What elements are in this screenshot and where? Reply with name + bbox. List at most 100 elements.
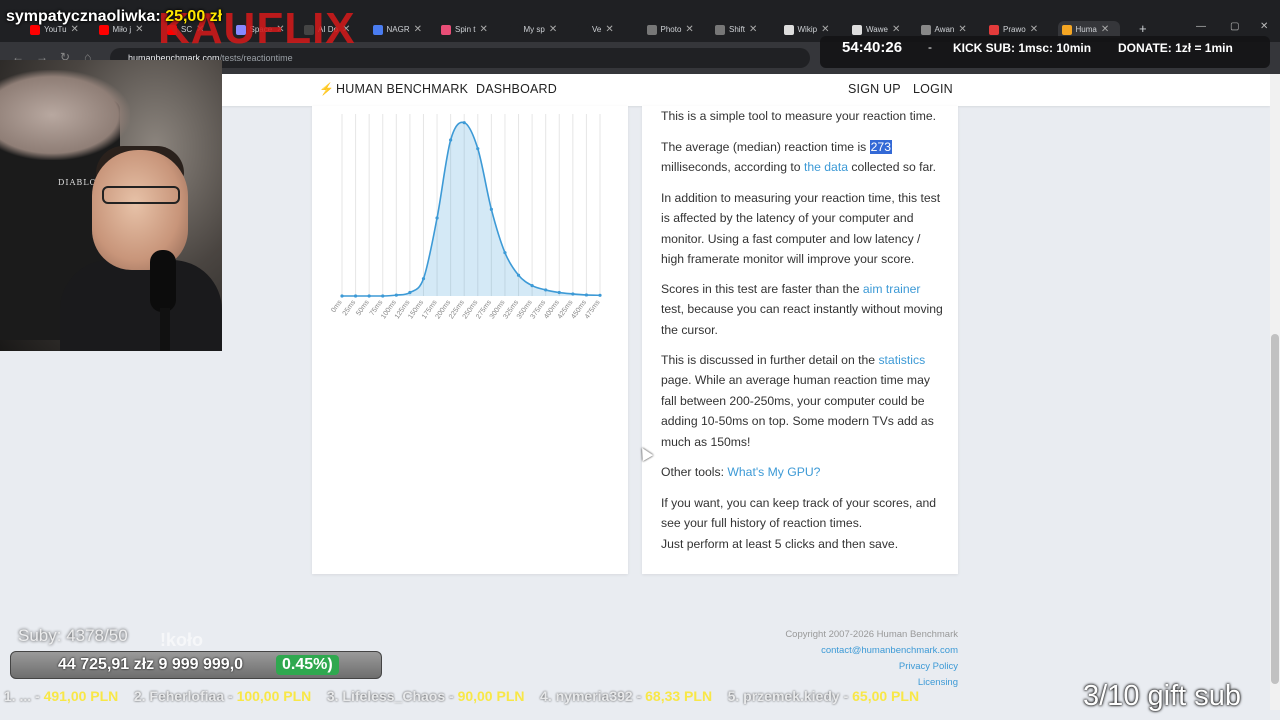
median-text-b: milliseconds, according to [661,160,804,175]
donor-name: sympatycznaoliwka: [6,8,161,25]
subs-counter: Suby: 4378/50 [18,626,128,645]
ticker-donor-amount: 100,00 PLN [236,688,312,704]
median-text-c: collected so far. [848,160,937,175]
chart-data-point [584,293,589,297]
stats-text-a: This is discussed in further detail on t… [661,353,879,367]
tab-close-icon[interactable]: ✕ [1030,24,1038,35]
timer-dash: - [928,40,932,54]
ticker-donor-name: 2. Feherlofiaa - [118,688,237,704]
chart-data-point [408,290,412,295]
browser-tab[interactable]: NAGR ✕ [372,21,436,38]
tab-label: YouTu [44,25,67,34]
tab-close-icon[interactable]: ✕ [892,24,900,35]
aim-text-a: Scores in this test are faster than the [661,282,863,296]
tab-favicon-icon [989,24,999,35]
tab-label: Spin t [455,25,476,34]
median-value: 273 [869,140,892,154]
aim-trainer-link[interactable]: aim trainer [863,282,921,296]
login-link[interactable]: LOGIN [913,82,953,96]
stats-text-b: page. While an average human reaction ti… [661,373,934,449]
chart-data-point [340,294,344,298]
chart-data-point [503,251,507,255]
ticker-donor-amount: 65,00 PLN [852,688,920,704]
ticker-donor-amount: 68,33 PLN [645,688,713,704]
tab-label: Miło j [112,25,132,34]
minimize-icon[interactable]: — [1196,21,1206,32]
tab-label: Huma [1075,25,1097,34]
chart-data-point [516,273,521,277]
browser-tab[interactable]: Shift ✕ [715,21,778,38]
tab-label: Shift [729,25,746,34]
tab-close-icon[interactable]: ✕ [821,24,829,35]
chart-area-fill [342,122,600,296]
chart-data-point [489,207,493,211]
chart-data-point [381,294,385,298]
new-tab-button[interactable]: + [1139,21,1147,36]
ticker-donor-name: 5. przemek.kiedy - [712,688,853,704]
tab-close-icon[interactable]: ✕ [605,24,613,35]
brand-link[interactable]: HUMAN BENCHMARK [336,82,468,96]
signup-link[interactable]: SIGN UP [848,82,901,96]
ticker-donor-name: 1. ... - [0,688,44,704]
tab-label: Prawo [1003,25,1026,34]
tab-close-icon[interactable]: ✕ [1101,24,1109,35]
tab-favicon-icon [852,24,862,35]
tab-label: NAGR [386,25,410,34]
donate-rate: DONATE: 1zł = 1min [1118,41,1233,55]
kick-sub-rate: KICK SUB: 1msc: 10min [953,41,1092,55]
tab-close-icon[interactable]: ✕ [685,24,693,35]
licensing-link[interactable]: Licensing [918,677,958,688]
scrollbar-thumb[interactable] [1271,334,1279,684]
chart-data-point [571,292,575,296]
tab-favicon-icon [646,24,657,35]
tab-close-icon[interactable]: ✕ [749,24,757,35]
dashboard-link[interactable]: DASHBOARD [476,82,557,96]
chart-x-tick-label: 25ms [342,299,358,317]
tab-favicon-icon [783,24,794,35]
chart-card: 0ms 25ms 50ms 75ms 100ms 125ms 150ms 175ms 200ms… [312,106,628,574]
wheel-command: !koło [160,630,203,650]
whats-my-gpu-link[interactable]: What's My GPU? [727,465,820,479]
streamer-face [92,150,188,270]
tab-close-icon[interactable]: ✕ [958,24,966,35]
close-window-icon[interactable]: ✕ [1260,21,1268,32]
contact-email-link[interactable]: contact@humanbenchmark.com [821,645,958,656]
chart-data-point [353,294,358,298]
mic-arm [160,308,170,351]
privacy-policy-link[interactable]: Privacy Policy [899,661,958,672]
track-scores-paragraph: If you want, you can keep track of your … [661,496,937,531]
maximize-icon[interactable]: ▢ [1230,21,1239,32]
chart-x-tick-label: 475ms [584,299,602,321]
aim-text-b: test, because you can react instantly wi… [661,302,943,337]
chart-data-point [394,293,398,297]
median-paragraph: The average (median) reaction time is 27… [661,137,946,178]
chart-data-point [476,147,480,151]
browser-tab[interactable]: My sp ✕ [509,21,573,38]
latency-paragraph: In addition to measuring your reaction t… [661,191,941,267]
ticker-donor-name: 3. Lifeless_Chaos - [311,688,458,704]
donation-goal-percent: 0.45%) [276,655,339,675]
ticker-donor-name: 4. nymeria392 - [524,688,646,704]
webcam-overlay: DIABLO [0,60,222,351]
browser-tab[interactable]: Photo ✕ [646,21,710,38]
the-data-link[interactable]: the data [804,160,848,174]
chart-data-point [557,290,561,295]
tab-favicon-icon [441,24,451,35]
tab-label: Wikip [797,25,818,34]
tab-favicon-icon [30,24,40,35]
browser-tab[interactable]: Spin t ✕ [441,21,504,38]
statistics-link[interactable]: statistics [878,353,925,367]
tab-favicon-icon [715,24,725,35]
donation-goal-text: 44 725,91 złz 9 999 999,0 [58,656,244,673]
streamer-torso [60,260,222,351]
chart-data-point [462,121,466,125]
url-path: /tests/reactiontime [219,53,293,63]
top-donors-ticker: 1. ... - 491,00 PLN 2. Feherlofiaa - 100… [0,688,1080,708]
tab-close-icon[interactable]: ✕ [479,24,487,35]
tab-label: Awan [934,25,955,34]
browser-tab[interactable]: Ve ✕ [578,21,641,38]
tab-close-icon[interactable]: ✕ [549,24,557,35]
median-text-a: The average (median) reaction time is [661,140,870,154]
tab-close-icon[interactable]: ✕ [414,24,422,35]
intro-text: This is a simple tool to measure your re… [661,109,937,123]
